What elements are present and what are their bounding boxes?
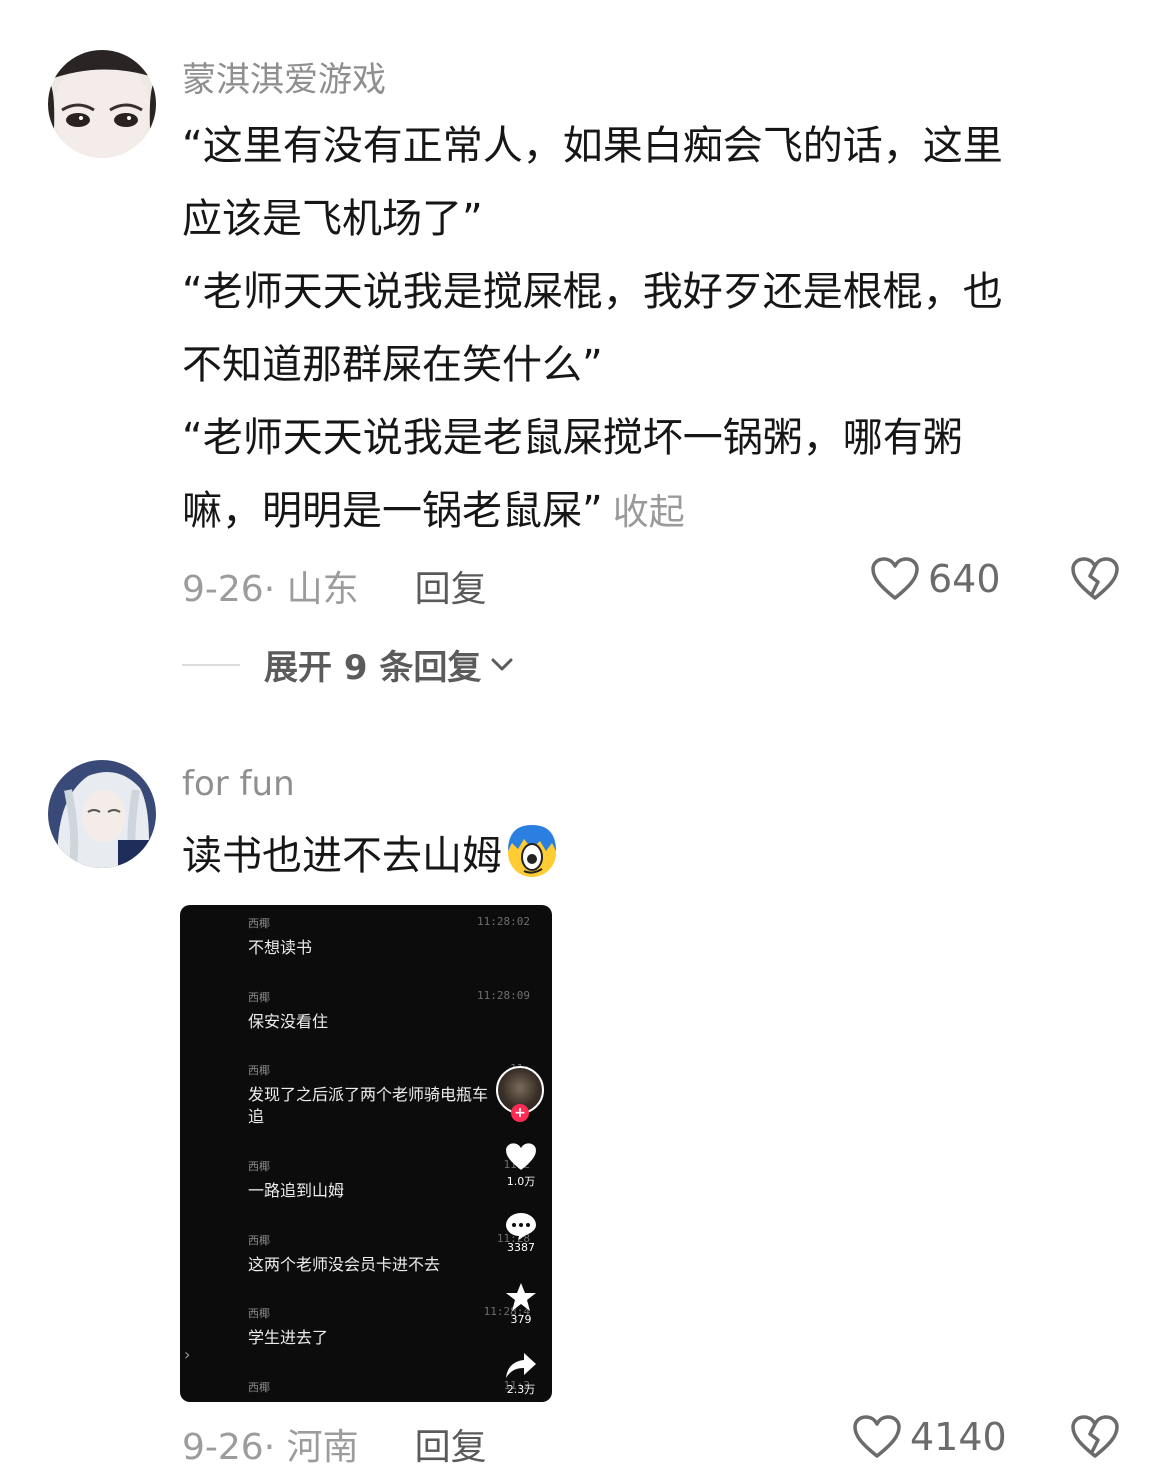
broken-heart-icon [1071,557,1119,600]
video-like-button[interactable]: 1.0万 [496,1141,546,1189]
chevron-down-icon [491,658,513,670]
expand-replies-label: 展开 9 条回复 [264,648,482,688]
username[interactable]: 蒙淇淇爱游戏 [182,52,386,101]
collapse-link[interactable]: 收起 [613,492,685,533]
comment-line: “老师天天说我是搅屎棍，我好歹还是根棍，也 [182,269,1003,315]
avatar[interactable] [48,760,156,868]
username[interactable]: for fun [182,764,295,804]
date-location: 9-26· 山东 [182,569,359,610]
chat-text: 不想读书 [248,938,313,957]
date-location: 9-26· 河南 [182,1427,359,1468]
video-favorite-button[interactable]: 379 [496,1281,546,1326]
chat-message: 西椰 11:28:09 保安没看住 [248,989,548,1033]
follow-plus-icon[interactable]: + [511,1104,529,1122]
dislike-button[interactable] [1070,1414,1120,1464]
avatar-image [48,760,156,868]
comment-text: “这里有没有正常人，如果白痴会飞的话，这里 应该是飞机场了” “老师天天说我是搅… [182,110,1102,549]
share-arrow-icon [506,1353,536,1378]
divider-line [182,663,240,666]
chat-text: 这两个老师没会员卡进不去 [248,1255,441,1274]
heart-icon [853,1415,901,1458]
comment-line: 不知道那群屎在笑什么” [182,342,603,388]
video-like-count: 1.0万 [506,1175,536,1188]
star-icon [506,1283,536,1311]
chat-text: 发现了之后派了两个老师骑电瓶车追 [248,1085,489,1126]
comment-line: “老师天天说我是老鼠屎搅坏一锅粥，哪有粥 [182,415,963,461]
chat-time: 11:28:02 [477,915,530,928]
chat-text: 学生进去了 [248,1328,329,1347]
reply-button[interactable]: 回复 [415,560,487,612]
video-share-count: 2.3万 [506,1383,536,1396]
expand-replies-button[interactable]: 展开 9 条回复 [182,640,515,689]
like-count: 4140 [910,1415,1007,1459]
reply-button[interactable]: 回复 [415,1418,487,1468]
comment-meta: 9-26· 河南 回复 [182,1418,487,1468]
chat-text: 保安没看住 [248,1012,329,1031]
video-share-button[interactable]: 2.3万 [496,1351,546,1397]
comment-meta: 9-26· 山东 回复 [182,560,487,612]
video-thumbnail[interactable]: 西椰 11:28:02 不想读书 西椰 11:28:09 保安没看住 西椰 11… [180,905,552,1402]
chevron-right-icon[interactable]: › [184,1345,190,1364]
comment-line: 读书也进不去山姆 [182,833,502,879]
video-comment-count: 3387 [507,1241,535,1254]
avatar-image [48,50,156,158]
avatar[interactable] [48,50,156,158]
video-comment-button[interactable]: 3387 [496,1211,546,1254]
like-count: 640 [928,557,1001,601]
comment-line: 嘛，明明是一锅老鼠屎” [182,488,603,534]
like-button[interactable]: 4140 [852,1414,1007,1460]
comment-text: 读书也进不去山姆 [182,820,1102,893]
chat-message: 西椰 11:28:02 不想读书 [248,915,548,959]
comment-line-last: 嘛，明明是一锅老鼠屎” 收起 [182,475,1102,549]
chat-time: 11:28:09 [477,989,530,1002]
comment-bubble-icon [506,1213,536,1240]
emoji-icon [508,825,556,877]
dislike-button[interactable] [1070,556,1120,606]
like-button[interactable]: 640 [870,556,1001,602]
comment-line: 应该是飞机场了” [182,196,483,242]
video-favorite-count: 379 [510,1313,532,1326]
comment-line: “这里有没有正常人，如果白痴会飞的话，这里 [182,123,1003,169]
heart-icon [871,557,919,600]
heart-icon [506,1143,536,1170]
broken-heart-icon [1071,1415,1119,1458]
